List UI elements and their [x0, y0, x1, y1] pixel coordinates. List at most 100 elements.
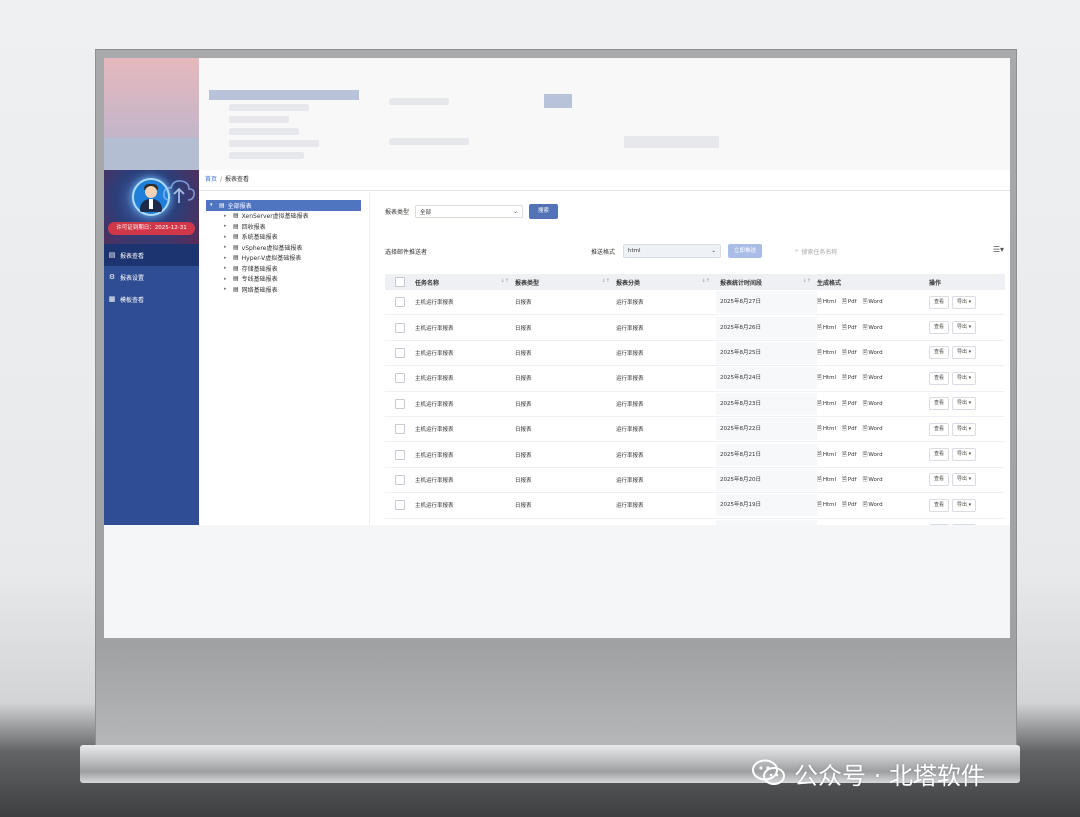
- export-dropdown-button[interactable]: 导出 ▾: [952, 346, 977, 360]
- table-row[interactable]: 主机运行率报表日报表运行率报表2025年8月18日🗎Html🗎Pdf🗎Word查…: [385, 519, 1005, 525]
- format-html-link[interactable]: 🗎 Html: [817, 450, 836, 460]
- format-pdf-link[interactable]: 🗎 Pdf: [842, 424, 857, 434]
- format-word-link[interactable]: 🗎 Word: [863, 323, 883, 333]
- format-html-link[interactable]: 🗎 Html: [817, 475, 836, 485]
- format-word-link[interactable]: 🗎 Word: [863, 424, 883, 434]
- table-row[interactable]: 主机运行率报表 日报表 运行率报表 2025年8月24日 🗎 Html 🗎 Pdf 🗎 Word 查…: [385, 366, 1005, 392]
- table-row[interactable]: 主机运行率报表 日报表 运行率报表 2025年8月26日 🗎 Html 🗎 Pdf 🗎 Word 查…: [385, 315, 1005, 341]
- export-dropdown-button[interactable]: 导出 ▾: [952, 524, 977, 525]
- export-dropdown-button[interactable]: 导出 ▾: [952, 498, 977, 512]
- format-pdf-link[interactable]: 🗎 Pdf: [842, 500, 857, 510]
- row-checkbox[interactable]: [395, 398, 405, 409]
- sidebar-item-template-view[interactable]: ▦ 模板查看: [104, 288, 199, 310]
- format-pdf-link[interactable]: 🗎 Pdf: [842, 323, 857, 333]
- sort-icon[interactable]: ↓↑: [702, 278, 710, 284]
- select-all-checkbox[interactable]: [395, 277, 405, 287]
- ghost-bar: [389, 138, 469, 145]
- sort-icon[interactable]: ↓↑: [803, 278, 811, 284]
- format-pdf-link[interactable]: 🗎 Pdf: [842, 450, 857, 460]
- view-button[interactable]: 查看: [929, 346, 950, 360]
- table-row[interactable]: 主机运行率报表 日报表 运行率报表 2025年8月21日 🗎 Html 🗎 Pdf 🗎 Word 查…: [385, 442, 1005, 468]
- view-button[interactable]: 查看: [929, 321, 950, 335]
- format-pdf-link[interactable]: 🗎 Pdf: [842, 348, 857, 358]
- view-button[interactable]: 查看: [929, 371, 950, 385]
- table-row[interactable]: 主机运行率报表 日报表 运行率报表 2025年8月23日 🗎 Html 🗎 Pdf 🗎 Word 查…: [385, 392, 1005, 417]
- sidebar-item-report-view[interactable]: ▤ 报表查看: [104, 244, 199, 266]
- view-button[interactable]: 查看: [929, 397, 950, 411]
- sort-icon[interactable]: ↓↑: [602, 278, 610, 284]
- format-word-link[interactable]: 🗎 Word: [863, 399, 883, 409]
- export-dropdown-button[interactable]: 导出 ▾: [952, 295, 977, 309]
- format-pdf-link[interactable]: 🗎 Pdf: [842, 297, 857, 307]
- view-button[interactable]: 查看: [929, 422, 950, 436]
- table-row[interactable]: 主机运行率报表 日报表 运行率报表 2025年8月19日 🗎 Html 🗎 Pdf 🗎 Word 查…: [385, 493, 1005, 519]
- task-search[interactable]: ⌕ 搜索任务名称: [795, 247, 837, 256]
- format-pdf-link[interactable]: 🗎 Pdf: [842, 373, 857, 383]
- push-format-select[interactable]: html ⌄: [623, 244, 721, 258]
- export-dropdown-button[interactable]: 导出 ▾: [952, 422, 977, 436]
- row-checkbox[interactable]: [395, 424, 405, 435]
- row-checkbox[interactable]: [395, 474, 405, 485]
- col-report-type[interactable]: 报表类型 ↓↑: [515, 278, 616, 287]
- row-checkbox[interactable]: [395, 297, 405, 308]
- table-row[interactable]: 主机运行率报表 日报表 运行率报表 2025年8月20日 🗎 Html 🗎 Pdf 🗎 Word 查…: [385, 468, 1005, 494]
- sort-icon[interactable]: ↓↑: [501, 278, 509, 284]
- tree-node[interactable]: ▸ ▤ 回收报表: [206, 221, 361, 232]
- format-pdf-link[interactable]: 🗎 Pdf: [842, 475, 857, 485]
- view-button[interactable]: 查看: [929, 295, 950, 309]
- breadcrumb-home[interactable]: 首页: [205, 176, 217, 183]
- column-settings-icon[interactable]: ☰▾: [993, 245, 1004, 254]
- format-html-link[interactable]: 🗎 Html: [817, 399, 836, 409]
- format-html-link[interactable]: 🗎 Html: [817, 500, 836, 510]
- format-word-link[interactable]: 🗎 Word: [863, 297, 883, 307]
- report-table: 任务名称 ↓↑ 报表类型 ↓↑ 报表分类 ↓↑ 报表统计时间段 ↓↑ 生成格式 操作 主…: [385, 274, 1005, 525]
- view-button[interactable]: 查看: [929, 448, 950, 462]
- format-pdf-link[interactable]: 🗎 Pdf: [842, 399, 857, 409]
- export-dropdown-button[interactable]: 导出 ▾: [952, 473, 977, 487]
- export-dropdown-button[interactable]: 导出 ▾: [952, 371, 977, 385]
- row-checkbox[interactable]: [395, 500, 405, 511]
- view-button[interactable]: 查看: [929, 473, 950, 487]
- view-button[interactable]: 查看: [929, 524, 950, 525]
- sidebar-item-report-settings[interactable]: ⚙ 报表设置: [104, 266, 199, 288]
- tree-node[interactable]: ▸ ▤ XenServer虚拟基础报表: [206, 211, 361, 222]
- document-icon: ▤: [233, 264, 239, 272]
- format-word-link[interactable]: 🗎 Word: [863, 373, 883, 383]
- format-html-link[interactable]: 🗎 Html: [817, 348, 836, 358]
- format-word-link[interactable]: 🗎 Word: [863, 500, 883, 510]
- col-report-category[interactable]: 报表分类 ↓↑: [616, 278, 716, 287]
- table-row[interactable]: 主机运行率报表 日报表 运行率报表 2025年8月25日 🗎 Html 🗎 Pdf 🗎 Word 查…: [385, 341, 1005, 367]
- search-button[interactable]: 搜索: [529, 204, 559, 219]
- cell-report-period: 2025年8月26日: [716, 316, 817, 339]
- row-checkbox[interactable]: [395, 373, 405, 384]
- format-html-link[interactable]: 🗎 Html: [817, 424, 836, 434]
- export-dropdown-button[interactable]: 导出 ▾: [952, 397, 977, 411]
- tree-node-root[interactable]: ▾ ▤ 全部报表: [206, 200, 361, 211]
- table-row[interactable]: 主机运行率报表 日报表 运行率报表 2025年8月22日 🗎 Html 🗎 Pdf 🗎 Word 查…: [385, 417, 1005, 443]
- tree-node[interactable]: ▸ ▤ 存储基础报表: [206, 263, 361, 274]
- table-row[interactable]: 主机运行率报表 日报表 运行率报表 2025年8月27日 🗎 Html 🗎 Pdf 🗎 Word 查…: [385, 290, 1005, 316]
- col-report-period[interactable]: 报表统计时间段 ↓↑: [716, 278, 817, 287]
- row-checkbox[interactable]: [395, 347, 405, 358]
- view-button[interactable]: 查看: [929, 498, 950, 512]
- export-dropdown-button[interactable]: 导出 ▾: [952, 321, 977, 335]
- tree-node[interactable]: ▸ ▤ Hyper-V虚拟基础报表: [206, 253, 361, 264]
- format-html-link[interactable]: 🗎 Html: [817, 297, 836, 307]
- format-html-link[interactable]: 🗎 Html: [817, 323, 836, 333]
- row-checkbox[interactable]: [395, 449, 405, 460]
- tree-node[interactable]: ▸ ▤ 专线基础报表: [206, 274, 361, 285]
- report-type-select[interactable]: 全部 ⌄: [415, 205, 524, 218]
- row-checkbox[interactable]: [395, 322, 405, 333]
- format-html-link[interactable]: 🗎 Html: [817, 373, 836, 383]
- format-word-link[interactable]: 🗎 Word: [863, 348, 883, 358]
- tree-node[interactable]: ▸ ▤ 网络基础报表: [206, 284, 361, 295]
- format-word-link[interactable]: 🗎 Word: [863, 450, 883, 460]
- cell-task-name: 主机运行率报表: [415, 477, 454, 484]
- tree-node[interactable]: ▸ ▤ 系统基础报表: [206, 232, 361, 243]
- tree-node[interactable]: ▸ ▤ vSphere虚拟基础报表: [206, 242, 361, 253]
- col-task-name[interactable]: 任务名称 ↓↑: [415, 278, 515, 287]
- format-word-link[interactable]: 🗎 Word: [863, 475, 883, 485]
- email-recipient-label[interactable]: 选择邮件推送者: [385, 247, 427, 256]
- push-now-button[interactable]: 立即推送: [728, 244, 763, 258]
- export-dropdown-button[interactable]: 导出 ▾: [952, 448, 977, 462]
